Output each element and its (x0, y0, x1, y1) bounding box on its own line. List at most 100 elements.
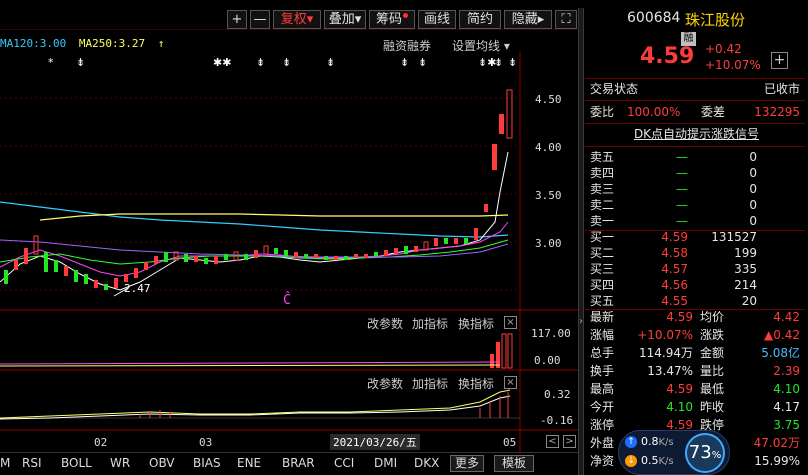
sub2-add-indicator[interactable]: 加指标 (412, 375, 448, 392)
scroll-left-button[interactable]: < (546, 435, 559, 448)
candle (14, 260, 18, 270)
dk-signal-link[interactable]: DK点自动提示涨跌信号 (585, 126, 808, 143)
candle (54, 260, 58, 272)
volume-ma-line (0, 361, 501, 365)
sell-order-row[interactable]: 卖四 — 0 (585, 165, 808, 182)
trade-status-label: 交易状态 (590, 82, 639, 96)
sell-order-row[interactable]: 卖五 — 0 (585, 149, 808, 166)
weibi-label: 委比 (590, 105, 615, 119)
buy-order-row[interactable]: 买五 4.55 20 (585, 293, 808, 310)
ind-rsi[interactable]: RSI (22, 456, 42, 470)
candle (224, 254, 228, 260)
huaxian-button[interactable]: 画线 (418, 10, 456, 29)
sub1-switch-indicator[interactable]: 换指标 (458, 315, 494, 332)
template-button[interactable]: 模板 (494, 455, 534, 472)
ind-brar[interactable]: BRAR (282, 456, 315, 470)
ind-ene[interactable]: ENE (237, 456, 261, 470)
price-tick: 3.00 (535, 237, 562, 250)
download-speed-value: 0.5 (641, 454, 659, 467)
ind-dkx[interactable]: DKX (414, 456, 439, 470)
buy-order-label: 买五 (590, 294, 615, 308)
quote-panel: 600684 珠江股份 融 4.59 +0.42 +10.07% + 交易状态 … (585, 8, 808, 475)
candle (474, 228, 478, 240)
price-tick: 4.00 (535, 141, 562, 154)
network-widget[interactable]: ↑ 0.8K/s ↓ 0.5K/s 73% (618, 430, 730, 475)
fullscreen-button[interactable]: ⛶ (555, 10, 577, 29)
quote-separator (585, 146, 805, 147)
sub1-add-indicator[interactable]: 加指标 (412, 315, 448, 332)
upload-speed-unit: K/s (658, 437, 674, 448)
buy-order-row[interactable]: 买四 4.56 214 (585, 277, 808, 294)
stat-row: 今开 4.10 昨收 4.17 (585, 399, 808, 416)
candle (334, 256, 338, 260)
x-tick: 05 (503, 436, 517, 449)
candles (4, 89, 513, 290)
panel-divider[interactable]: › (578, 8, 584, 475)
ind-obv[interactable]: OBV (149, 456, 175, 470)
buy-order-row[interactable]: 买二 4.58 199 (585, 245, 808, 262)
weibi-row: 委比 100.00% 委差 132295 (585, 104, 808, 121)
chevron-down-icon: ▾ (306, 12, 314, 27)
sell-order-volume: 0 (749, 166, 757, 180)
weibi-value: 100.00% (627, 105, 681, 119)
sell-order-price: — (676, 150, 688, 164)
ind-boll[interactable]: BOLL (61, 456, 92, 470)
stat-value: 4.10 (773, 382, 800, 396)
ma-magenta-line (0, 221, 509, 277)
ind-bias[interactable]: BIAS (193, 456, 221, 470)
candle (484, 204, 488, 212)
candle (394, 248, 398, 254)
stat-label: 最高 (590, 382, 615, 396)
jianyue-button[interactable]: 简约 (459, 10, 501, 29)
sell-order-volume: 0 (749, 214, 757, 228)
ind-cci[interactable]: CCI (334, 456, 354, 470)
collapse-arrow-icon[interactable]: › (579, 316, 583, 327)
sell-order-row[interactable]: 卖三 — 0 (585, 181, 808, 198)
macd-line (0, 389, 511, 419)
kline-chart[interactable] (0, 52, 578, 452)
stock-name: 珠江股份 (685, 11, 746, 29)
sub1-axis-top: 117.00 (531, 327, 571, 340)
zoom-out-button[interactable]: — (250, 10, 270, 29)
ind-m[interactable]: M (0, 456, 10, 470)
candle (214, 256, 218, 264)
sub2-close-icon[interactable]: × (504, 376, 517, 389)
c-mark-icon: Ĉ (283, 293, 291, 308)
scroll-right-button[interactable]: > (563, 435, 576, 448)
stat-label: 最新 (590, 310, 615, 324)
low-price-label: 2.47 (124, 282, 151, 295)
zoom-in-button[interactable]: + (227, 10, 247, 29)
stat-value: 15.99% (754, 454, 800, 468)
ind-wr[interactable]: WR (110, 456, 130, 470)
stat-label: 量比 (700, 364, 725, 378)
price-change-pct: +10.07% (705, 58, 761, 72)
more-indicators-button[interactable]: 更多 (450, 455, 484, 472)
buy-order-row[interactable]: 买三 4.57 335 (585, 261, 808, 278)
candle (404, 246, 408, 254)
ind-dmi[interactable]: DMI (374, 456, 397, 470)
candle (64, 266, 68, 276)
marker: ⇟ (76, 56, 86, 69)
candle (254, 250, 258, 258)
yincang-button[interactable]: 隐藏▸ (504, 10, 552, 29)
sub2-switch-indicator[interactable]: 换指标 (458, 375, 494, 392)
diejia-dropdown[interactable]: 叠加▾ (324, 10, 366, 29)
memory-percent-sign: % (711, 450, 722, 461)
sell-order-volume: 0 (749, 182, 757, 196)
stat-value: 4.17 (773, 400, 800, 414)
fuquan-dropdown[interactable]: 复权▾ (273, 10, 321, 29)
candle (184, 254, 188, 262)
chevron-down-icon: ▾ (503, 39, 510, 53)
marker: * (48, 56, 54, 69)
sell-order-row[interactable]: 卖二 — 0 (585, 197, 808, 214)
sub1-close-icon[interactable]: × (504, 316, 517, 329)
sell-order-row[interactable]: 卖一 — 0 (585, 213, 808, 230)
download-speed-unit: K/s (658, 456, 674, 467)
fuquan-label: 复权 (280, 12, 307, 27)
chouma-button[interactable]: 筹码 (369, 10, 415, 29)
buy-order-row[interactable]: 买一 4.59 131527 (585, 229, 808, 246)
add-watchlist-button[interactable]: + (771, 52, 788, 69)
sub2-change-params[interactable]: 改参数 (367, 375, 403, 392)
sub1-change-params[interactable]: 改参数 (367, 315, 403, 332)
candle (24, 248, 28, 264)
